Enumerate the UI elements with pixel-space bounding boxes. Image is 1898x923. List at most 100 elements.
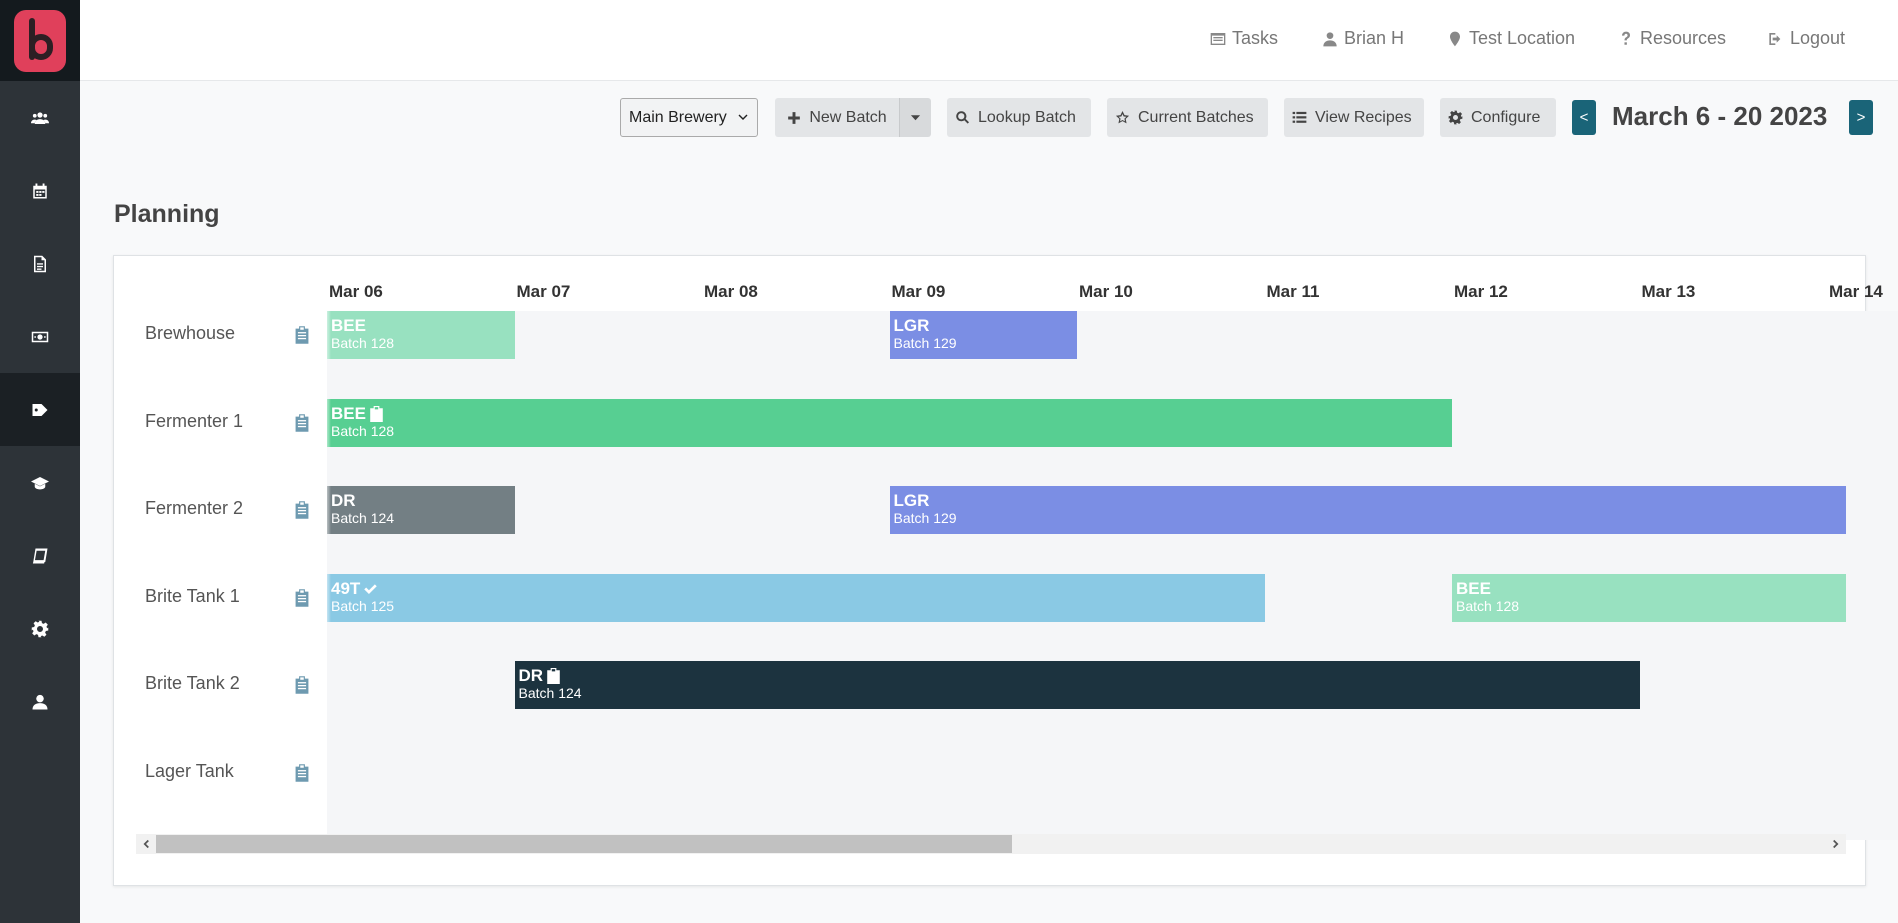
resource-label: Brite Tank 1 (145, 585, 240, 606)
clipboard-icon[interactable] (295, 413, 309, 432)
batch-name: 49T (331, 578, 361, 598)
gear-icon (31, 620, 49, 637)
batch-number: Batch 129 (893, 335, 957, 351)
batch-style-code: 49T (331, 578, 1261, 598)
batch-name: LGR (893, 316, 930, 335)
clipboard-icon[interactable] (295, 501, 309, 519)
tasks-label: Tasks (1232, 28, 1279, 48)
location-label: Test Location (1469, 28, 1576, 48)
batch-bar[interactable]: BEE Batch 128 (327, 398, 1452, 447)
logo-mark (14, 9, 66, 72)
sidebar-item-users[interactable] (0, 81, 80, 154)
user-name: Brian H (1344, 28, 1405, 48)
configure-button[interactable]: Configure (1440, 98, 1556, 137)
user-menu[interactable]: Brian H (1322, 28, 1404, 49)
tag-icon (32, 403, 48, 416)
resource-label: Lager Tank (145, 760, 234, 781)
batch-bar[interactable]: BEE Batch 128 (1452, 573, 1846, 622)
sidebar-item-documents[interactable] (0, 227, 80, 300)
tasks-link[interactable]: Tasks (1210, 28, 1278, 49)
sidebar-item-calendar[interactable] (0, 154, 80, 227)
timeline-axis: Mar 06 Mar 07 Mar 08 Mar 09 Mar 10 Mar 11 Mar … (327, 256, 1898, 316)
resources-label: Resources (1640, 28, 1727, 48)
resource-label: Brewhouse (145, 323, 236, 343)
sidebar-item-settings[interactable] (0, 592, 80, 665)
batch-style-code: DR (519, 667, 1636, 685)
view-recipes-label: View Recipes (1315, 108, 1412, 126)
batch-number: Batch 124 (331, 510, 395, 526)
scroll-right-arrow[interactable] (1826, 834, 1846, 854)
sidebar-item-recipes[interactable] (0, 519, 80, 592)
brewery-select[interactable]: Main Brewery (620, 98, 758, 137)
chevron-left-icon (143, 839, 149, 849)
batch-bar[interactable]: BEE Batch 128 (327, 311, 515, 359)
sidebar-item-finance[interactable] (0, 300, 80, 373)
graduation-cap-icon (31, 476, 49, 489)
user-icon (32, 694, 48, 709)
date-tick: Mar 12 (1454, 282, 1508, 301)
clipboard-icon[interactable] (295, 676, 309, 694)
batch-name: LGR (893, 491, 930, 510)
search-icon (956, 111, 969, 124)
clipboard-icon[interactable] (295, 763, 309, 782)
batch-bar[interactable]: LGR Batch 129 (889, 486, 1846, 534)
date-tick: Mar 10 (1079, 282, 1133, 301)
current-batches-button[interactable]: Current Batches (1107, 98, 1268, 137)
batch-bar[interactable]: DR Batch 124 (327, 486, 515, 534)
document-icon (34, 255, 46, 272)
lookup-batch-label: Lookup Batch (978, 108, 1076, 126)
list-icon (1292, 111, 1307, 123)
question-icon (1622, 31, 1630, 45)
batch-bar[interactable]: DR Batch 124 (514, 661, 1640, 709)
batch-name: DR (518, 666, 544, 685)
sidebar-item-profile[interactable] (0, 665, 80, 738)
date-tick: Mar 08 (704, 282, 758, 301)
batch-number: Batch 128 (331, 335, 395, 351)
caret-down-icon (910, 115, 921, 121)
chevron-down-icon (738, 114, 748, 120)
check-icon (363, 581, 378, 597)
clipboard-icon[interactable] (295, 588, 309, 607)
prev-range-button[interactable]: < (1572, 100, 1596, 135)
location-link[interactable]: Test Location (1447, 28, 1575, 49)
sidebar-item-planning[interactable] (0, 373, 80, 446)
batch-number: Batch 129 (893, 510, 957, 526)
sidebar-item-training[interactable] (0, 446, 80, 519)
batch-bar[interactable]: LGR Batch 129 (889, 311, 1077, 359)
logout-icon (1769, 32, 1781, 45)
calendar-icon (33, 183, 47, 198)
batch-number: Batch 125 (331, 597, 395, 614)
clipboard-icon[interactable] (295, 326, 309, 344)
batch-style-code: DR (331, 492, 511, 510)
scroll-left-arrow[interactable] (136, 834, 156, 854)
scrollbar-thumb[interactable] (156, 835, 1012, 853)
resource-label: Brite Tank 2 (145, 673, 240, 693)
logout-label: Logout (1790, 28, 1846, 48)
resources-link[interactable]: Resources (1618, 28, 1726, 49)
batch-style-code: LGR (894, 317, 1074, 335)
brewery-logo[interactable] (0, 0, 80, 81)
new-batch-button[interactable]: New Batch (775, 98, 899, 137)
configure-label: Configure (1471, 108, 1541, 126)
date-tick: Mar 07 (516, 282, 571, 301)
horizontal-scrollbar[interactable] (136, 834, 1846, 854)
page-title: Planning (114, 200, 220, 228)
new-batch-dropdown-toggle[interactable] (899, 98, 931, 137)
resource-label: Fermenter 1 (145, 410, 244, 431)
top-navbar: Tasks Brian H Test Location Resources Lo… (80, 0, 1898, 81)
plus-icon (788, 111, 801, 124)
batch-style-code: BEE (1456, 579, 1842, 598)
next-range-button[interactable]: > (1849, 100, 1873, 135)
date-tick: Mar 13 (1641, 282, 1696, 301)
batch-bar[interactable]: 49T Batch 125 (327, 573, 1265, 622)
batch-number: Batch 128 (1456, 597, 1520, 614)
lookup-batch-button[interactable]: Lookup Batch (947, 98, 1091, 137)
date-tick: Mar 09 (891, 282, 946, 301)
money-icon (31, 331, 49, 342)
date-tick: Mar 14 (1829, 282, 1883, 301)
planning-card: Mar 06 Mar 07 Mar 08 Mar 09 Mar 10 Mar 11 Mar … (113, 255, 1898, 886)
logout-link[interactable]: Logout (1768, 28, 1845, 49)
view-recipes-button[interactable]: View Recipes (1284, 98, 1424, 137)
user-icon (1323, 31, 1337, 46)
brewery-select-value: Main Brewery (629, 108, 727, 126)
